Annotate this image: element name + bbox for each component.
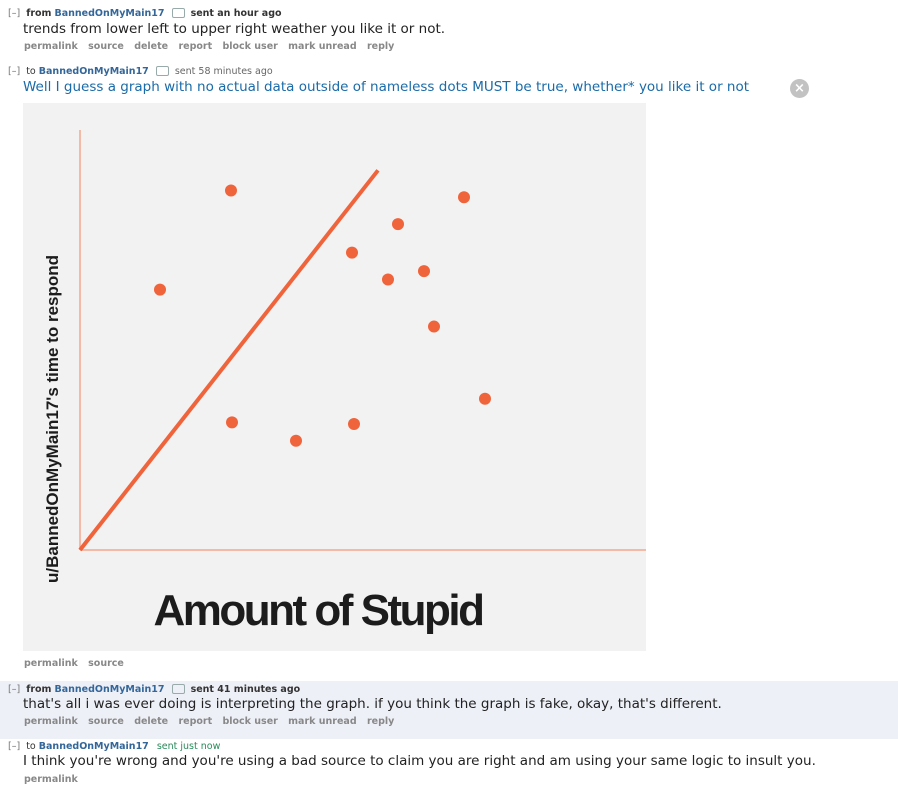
message-actions: permalink — [24, 774, 85, 785]
timestamp: sent 58 minutes ago — [174, 66, 273, 77]
y-axis-label: u/BannedOnMyMain17's time to respond — [43, 255, 62, 583]
timestamp: sent an hour ago — [190, 8, 282, 19]
reply-link[interactable]: reply — [367, 41, 394, 52]
data-point — [458, 191, 470, 204]
mail-icon — [171, 683, 185, 694]
permalink-link[interactable]: permalink — [24, 41, 78, 52]
data-point — [418, 265, 430, 278]
data-point — [290, 434, 302, 447]
mark-unread-link[interactable]: mark unread — [288, 41, 357, 52]
direction-label: to — [26, 741, 36, 752]
message-body: trends from lower left to upper right we… — [23, 21, 446, 37]
author-link[interactable]: BannedOnMyMain17 — [54, 8, 164, 19]
author-link[interactable]: BannedOnMyMain17 — [39, 741, 149, 752]
message-actions: permalink source delete report block use… — [24, 41, 401, 52]
mark-unread-link[interactable]: mark unread — [288, 716, 357, 727]
reply-link[interactable]: reply — [367, 716, 394, 727]
data-point — [479, 392, 491, 405]
message-body: that's all i was ever doing is interpret… — [23, 696, 722, 712]
message-header: [–] to BannedOnMyMain17 sent just now — [8, 741, 220, 752]
block-user-link[interactable]: block user — [222, 41, 277, 52]
mail-icon — [155, 65, 169, 76]
author-link[interactable]: BannedOnMyMain17 — [39, 66, 149, 77]
source-link[interactable]: source — [88, 658, 124, 669]
data-point — [346, 246, 358, 259]
collapse-toggle[interactable]: [–] — [8, 8, 20, 19]
direction-label: from — [26, 684, 52, 695]
data-point — [225, 184, 237, 197]
block-user-link[interactable]: block user — [222, 716, 277, 727]
trend-line — [78, 169, 380, 552]
permalink-link[interactable]: permalink — [24, 774, 78, 785]
message-3: [–] from BannedOnMyMain17 sent 41 minute… — [0, 681, 898, 739]
message-body: Well I guess a graph with no actual data… — [23, 79, 750, 95]
delete-link[interactable]: delete — [134, 41, 168, 52]
data-point — [348, 418, 360, 430]
data-point — [226, 416, 238, 429]
data-point — [428, 320, 440, 333]
message-header: [–] from BannedOnMyMain17 sent 41 minute… — [8, 683, 301, 695]
x-axis-label: Amount of Stupid — [153, 586, 482, 635]
delete-link[interactable]: delete — [134, 716, 168, 727]
collapse-toggle[interactable]: [–] — [8, 684, 20, 695]
scatter-chart: Amount of Stupid u/BannedOnMyMain17's tim… — [43, 130, 646, 635]
report-link[interactable]: report — [178, 716, 212, 727]
permalink-link[interactable]: permalink — [24, 658, 78, 669]
direction-label: from — [26, 8, 52, 19]
message-header: [–] to BannedOnMyMain17 sent 58 minutes … — [8, 65, 273, 77]
author-link[interactable]: BannedOnMyMain17 — [54, 684, 164, 695]
permalink-link[interactable]: permalink — [24, 716, 78, 727]
data-point — [154, 283, 166, 296]
mail-icon — [171, 7, 185, 18]
message-4: [–] to BannedOnMyMain17 sent just now I … — [0, 739, 898, 811]
report-link[interactable]: report — [178, 41, 212, 52]
close-icon[interactable]: × — [790, 79, 809, 98]
message-body: I think you're wrong and you're using a … — [23, 753, 816, 769]
embedded-chart-image: Amount of Stupid u/BannedOnMyMain17's tim… — [23, 103, 646, 651]
source-link[interactable]: source — [88, 41, 124, 52]
direction-label: to — [26, 66, 36, 77]
source-link[interactable]: source — [88, 716, 124, 727]
data-point — [392, 218, 404, 231]
message-header: [–] from BannedOnMyMain17 sent an hour a… — [8, 7, 282, 19]
timestamp: sent just now — [156, 741, 221, 752]
timestamp: sent 41 minutes ago — [190, 684, 301, 695]
message-actions: permalink source delete report block use… — [24, 716, 401, 727]
collapse-toggle[interactable]: [–] — [8, 66, 20, 77]
collapse-toggle[interactable]: [–] — [8, 741, 20, 752]
data-point — [382, 273, 394, 286]
message-1: [–] from BannedOnMyMain17 sent an hour a… — [0, 0, 898, 62]
message-actions: permalink source — [24, 658, 131, 669]
